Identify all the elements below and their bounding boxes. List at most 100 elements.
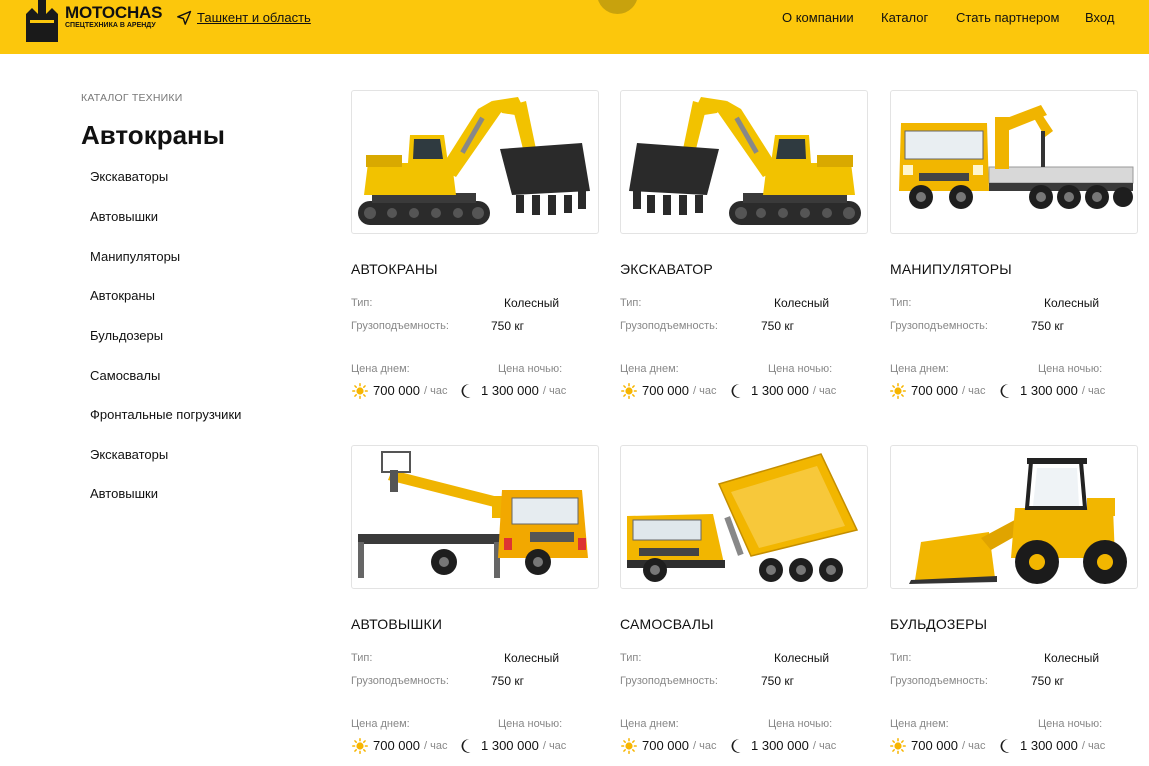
card-title[interactable]: ЭКСКАВАТОР (620, 261, 713, 277)
price-night-value: 1 300 000 (481, 383, 539, 398)
moon-icon (730, 738, 746, 754)
sidebar-item-bulldozers[interactable]: Бульдозеры (90, 328, 163, 344)
type-label: Тип: (620, 652, 642, 664)
sidebar-item-aerial-platforms[interactable]: Автовышки (90, 209, 158, 225)
product-card[interactable]: МАНИПУЛЯТОРЫ Тип: Колесный Грузоподъемно… (890, 90, 1138, 410)
breadcrumb[interactable]: КАТАЛОГ ТЕХНИКИ (81, 92, 182, 104)
price-night-label: Цена ночью: (498, 718, 563, 730)
type-label: Тип: (620, 297, 642, 309)
capacity-label: Грузоподъемность: (351, 675, 449, 687)
card-image[interactable] (620, 90, 868, 234)
header-center-circle (597, 0, 638, 14)
capacity-label: Грузоподъемность: (890, 320, 988, 332)
product-card[interactable]: ЭКСКАВАТОР Тип: Колесный Грузоподъемност… (620, 90, 868, 410)
sidebar-item-aerial-platforms-2[interactable]: Автовышки (90, 486, 158, 502)
capacity-value: 750 кг (1031, 674, 1064, 688)
sidebar-item-truck-cranes[interactable]: Автокраны (90, 288, 155, 304)
price-day-label: Цена днем: (620, 718, 679, 730)
moon-icon (999, 383, 1015, 399)
price-day: 700 000 / час (621, 738, 716, 754)
location-link[interactable]: Ташкент и область (197, 10, 311, 26)
aerial-platform-truck-image (352, 446, 598, 588)
nav-about[interactable]: О компании (782, 10, 854, 26)
price-unit: / час (1081, 740, 1106, 752)
price-night: 1 300 000 / час (999, 383, 1105, 399)
price-night-value: 1 300 000 (481, 738, 539, 753)
price-day-value: 700 000 (373, 383, 420, 398)
page-title: Автокраны (81, 120, 225, 150)
nav-login[interactable]: Вход (1085, 10, 1114, 26)
price-unit: / час (693, 385, 717, 397)
sun-icon (890, 383, 906, 399)
sidebar-item-excavators-2[interactable]: Экскаваторы (90, 447, 168, 463)
card-image[interactable] (351, 445, 599, 589)
location-selector[interactable]: Ташкент и область (176, 9, 311, 27)
price-day-value: 700 000 (911, 383, 958, 398)
sidebar-item-front-loaders[interactable]: Фронтальные погрузчики (90, 407, 241, 423)
card-image[interactable] (620, 445, 868, 589)
excavator-image (352, 91, 598, 233)
nav-catalog[interactable]: Каталог (881, 10, 928, 26)
card-image[interactable] (890, 445, 1138, 589)
type-label: Тип: (351, 652, 373, 664)
logo-mark-icon (26, 0, 58, 42)
moon-icon (730, 383, 746, 399)
price-night: 1 300 000 / час (460, 738, 566, 754)
capacity-label: Грузоподъемность: (351, 320, 449, 332)
excavator-image (621, 91, 867, 233)
price-day-value: 700 000 (642, 383, 689, 398)
nav-become-partner[interactable]: Стать партнером (956, 10, 1059, 26)
sidebar-item-excavators[interactable]: Экскаваторы (90, 169, 168, 185)
logo-subtitle: СПЕЦТЕХНИКА В АРЕНДУ (65, 22, 156, 29)
card-title[interactable]: АВТОВЫШКИ (351, 616, 442, 632)
price-unit: / час (693, 740, 717, 752)
price-night-label: Цена ночью: (498, 363, 563, 375)
price-day-label: Цена днем: (890, 363, 949, 375)
price-night-value: 1 300 000 (751, 383, 809, 398)
card-title[interactable]: САМОСВАЛЫ (620, 616, 714, 632)
moon-icon (460, 383, 476, 399)
price-night: 1 300 000 / час (999, 738, 1105, 754)
card-title[interactable]: МАНИПУЛЯТОРЫ (890, 261, 1012, 277)
product-card[interactable]: БУЛЬДОЗЕРЫ Тип: Колесный Грузоподъемност… (890, 445, 1138, 765)
moon-icon (999, 738, 1015, 754)
price-unit: / час (1081, 385, 1106, 397)
price-day: 700 000 / час (890, 383, 985, 399)
price-unit: / час (962, 740, 986, 752)
price-day-label: Цена днем: (351, 363, 410, 375)
sun-icon (621, 738, 637, 754)
price-day-value: 700 000 (373, 738, 420, 753)
capacity-label: Грузоподъемность: (620, 675, 718, 687)
card-image[interactable] (351, 90, 599, 234)
price-night-label: Цена ночью: (768, 363, 833, 375)
sun-icon (890, 738, 906, 754)
price-day-value: 700 000 (911, 738, 958, 753)
navigation-arrow-icon (176, 10, 192, 26)
price-day-label: Цена днем: (620, 363, 679, 375)
price-unit: / час (542, 740, 567, 752)
card-title[interactable]: АВТОКРАНЫ (351, 261, 438, 277)
type-value: Колесный (774, 651, 830, 665)
product-card[interactable]: АВТОКРАНЫ Тип: Колесный Грузоподъемность… (351, 90, 599, 410)
price-night: 1 300 000 / час (730, 383, 836, 399)
type-label: Тип: (890, 652, 912, 664)
price-night: 1 300 000 / час (730, 738, 836, 754)
type-value: Колесный (504, 296, 560, 310)
sun-icon (621, 383, 637, 399)
price-unit: / час (542, 385, 567, 397)
product-card[interactable]: САМОСВАЛЫ Тип: Колесный Грузоподъемность… (620, 445, 868, 765)
type-value: Колесный (504, 651, 560, 665)
card-image[interactable] (890, 90, 1138, 234)
capacity-value: 750 кг (761, 674, 794, 688)
price-unit: / час (962, 385, 986, 397)
logo[interactable]: MOTOCHAS СПЕЦТЕХНИКА В АРЕНДУ (26, 0, 162, 42)
price-night-label: Цена ночью: (1038, 363, 1103, 375)
sidebar-item-manipulators[interactable]: Манипуляторы (90, 249, 180, 265)
sidebar-item-dump-trucks[interactable]: Самосвалы (90, 368, 160, 384)
price-night-label: Цена ночью: (1038, 718, 1103, 730)
product-card[interactable]: АВТОВЫШКИ Тип: Колесный Грузоподъемность… (351, 445, 599, 765)
capacity-label: Грузоподъемность: (620, 320, 718, 332)
card-title[interactable]: БУЛЬДОЗЕРЫ (890, 616, 987, 632)
price-day: 700 000 / час (890, 738, 985, 754)
type-label: Тип: (890, 297, 912, 309)
